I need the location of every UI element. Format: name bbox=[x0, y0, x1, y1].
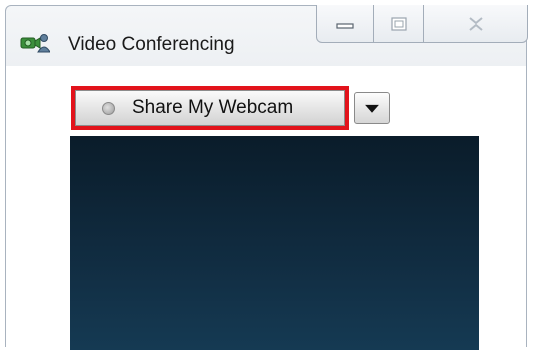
status-dot-icon bbox=[102, 101, 115, 115]
share-my-webcam-button[interactable]: Share My Webcam bbox=[71, 86, 349, 130]
caption-buttons bbox=[316, 5, 529, 45]
close-icon bbox=[468, 16, 483, 31]
webcam-people-icon bbox=[20, 32, 51, 54]
share-options-dropdown-button[interactable] bbox=[354, 92, 390, 124]
window-content: Share My Webcam bbox=[6, 68, 526, 350]
maximize-button[interactable] bbox=[374, 5, 424, 43]
share-button-label: Share My Webcam bbox=[132, 97, 294, 118]
window-title: Video Conferencing bbox=[68, 34, 235, 55]
share-button-face: Share My Webcam bbox=[75, 90, 345, 126]
minimize-button[interactable] bbox=[316, 5, 374, 43]
maximize-icon bbox=[390, 16, 407, 31]
minimize-icon bbox=[336, 22, 354, 29]
webcam-video-area bbox=[70, 136, 479, 350]
video-conferencing-window: Video Conferencing Share My Webcam bbox=[5, 5, 529, 350]
close-button[interactable] bbox=[424, 5, 528, 43]
chevron-down-icon bbox=[365, 104, 379, 113]
title-bar[interactable]: Video Conferencing bbox=[6, 5, 529, 68]
screenshot-frame: Video Conferencing Share My Webcam bbox=[0, 0, 535, 350]
